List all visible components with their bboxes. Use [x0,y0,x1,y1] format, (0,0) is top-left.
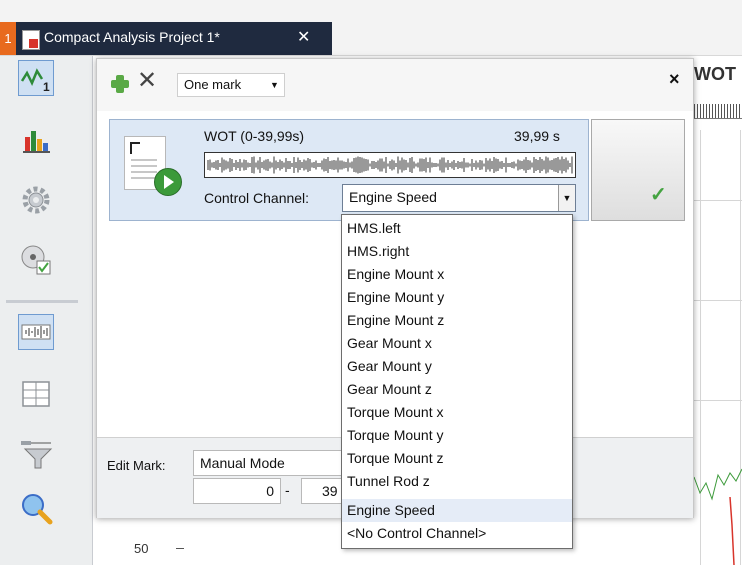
control-channel-select[interactable]: Engine Speed ▼ [342,184,576,212]
waveform-icon[interactable] [18,314,54,350]
apply-button[interactable]: ✓ [591,119,685,221]
plot-header-label: WOT [694,64,736,84]
edit-mark-label: Edit Mark: [107,458,166,473]
panel-toolbar: ✕ One mark ▼ × [97,59,693,111]
play-icon[interactable] [154,168,182,196]
left-toolbar: 1 [0,56,93,565]
end-time-value: 39 [322,483,338,499]
start-time-value: 0 [266,483,274,499]
dropdown-option[interactable]: HMS.left [342,217,572,240]
dropdown-option[interactable]: Engine Mount z [342,309,572,332]
dropdown-option[interactable]: <No Control Channel> [342,522,572,545]
mark-mode-value: One mark [184,77,242,92]
checkmark-icon: ✓ [650,184,667,206]
range-separator: - [285,482,290,498]
mini-waveform [694,104,742,118]
search-icon[interactable] [18,490,54,526]
dropdown-option[interactable]: Gear Mount z [342,378,572,401]
control-channel-value: Engine Speed [349,189,437,205]
y-axis-tick: 50 [134,541,149,556]
mark-mode-select[interactable]: One mark ▼ [177,73,285,97]
chevron-down-icon[interactable]: ▼ [558,185,575,211]
delete-icon[interactable]: ✕ [137,69,157,93]
tab-close-icon[interactable]: ✕ [297,27,310,47]
dropdown-option[interactable]: Torque Mount x [342,401,572,424]
svg-text:1: 1 [43,80,50,94]
chevron-down-icon: ▼ [270,80,279,90]
tab-number: 1 [0,22,16,55]
add-icon[interactable] [109,73,131,95]
mark-waveform [204,152,576,178]
table-grid-icon[interactable] [18,376,54,412]
dropdown-option[interactable]: Gear Mount y [342,355,572,378]
start-time-input[interactable]: 0 [193,478,281,504]
project-file-icon [22,30,40,50]
dropdown-option[interactable]: Gear Mount x [342,332,572,355]
dropdown-option[interactable]: Engine Mount y [342,286,572,309]
dropdown-option[interactable]: Torque Mount y [342,424,572,447]
bar-chart-icon[interactable] [18,122,54,158]
dropdown-option[interactable]: HMS.right [342,240,572,263]
control-channel-label: Control Channel: [204,190,310,206]
disk-check-icon[interactable] [18,242,54,278]
mark-card[interactable]: WOT (0-39,99s) 39,99 s Control Channel: … [109,119,589,221]
tab-title: Compact Analysis Project 1* [44,29,220,45]
divider [694,118,742,119]
edit-mode-select[interactable]: Manual Mode [193,450,345,476]
mark-duration: 39,99 s [514,128,560,144]
signal-analysis-icon[interactable]: 1 [18,60,54,96]
tab-project[interactable]: 1 Compact Analysis Project 1* ✕ [0,22,332,55]
control-channel-dropdown: HMS.left HMS.right Engine Mount x Engine… [341,214,573,549]
dropdown-option[interactable]: Tunnel Rod z [342,470,572,493]
filter-icon[interactable] [18,436,54,472]
dropdown-option[interactable]: Torque Mount z [342,447,572,470]
toolbar-divider [6,300,78,303]
edit-mode-value: Manual Mode [200,455,285,471]
gear-icon[interactable] [18,182,54,218]
mark-title: WOT (0-39,99s) [204,128,305,144]
tick-mark [176,548,184,549]
dropdown-option-selected[interactable]: Engine Speed [342,499,572,522]
panel-close-icon[interactable]: × [669,69,680,90]
dropdown-option[interactable]: Engine Mount x [342,263,572,286]
plot-trace [693,468,742,565]
